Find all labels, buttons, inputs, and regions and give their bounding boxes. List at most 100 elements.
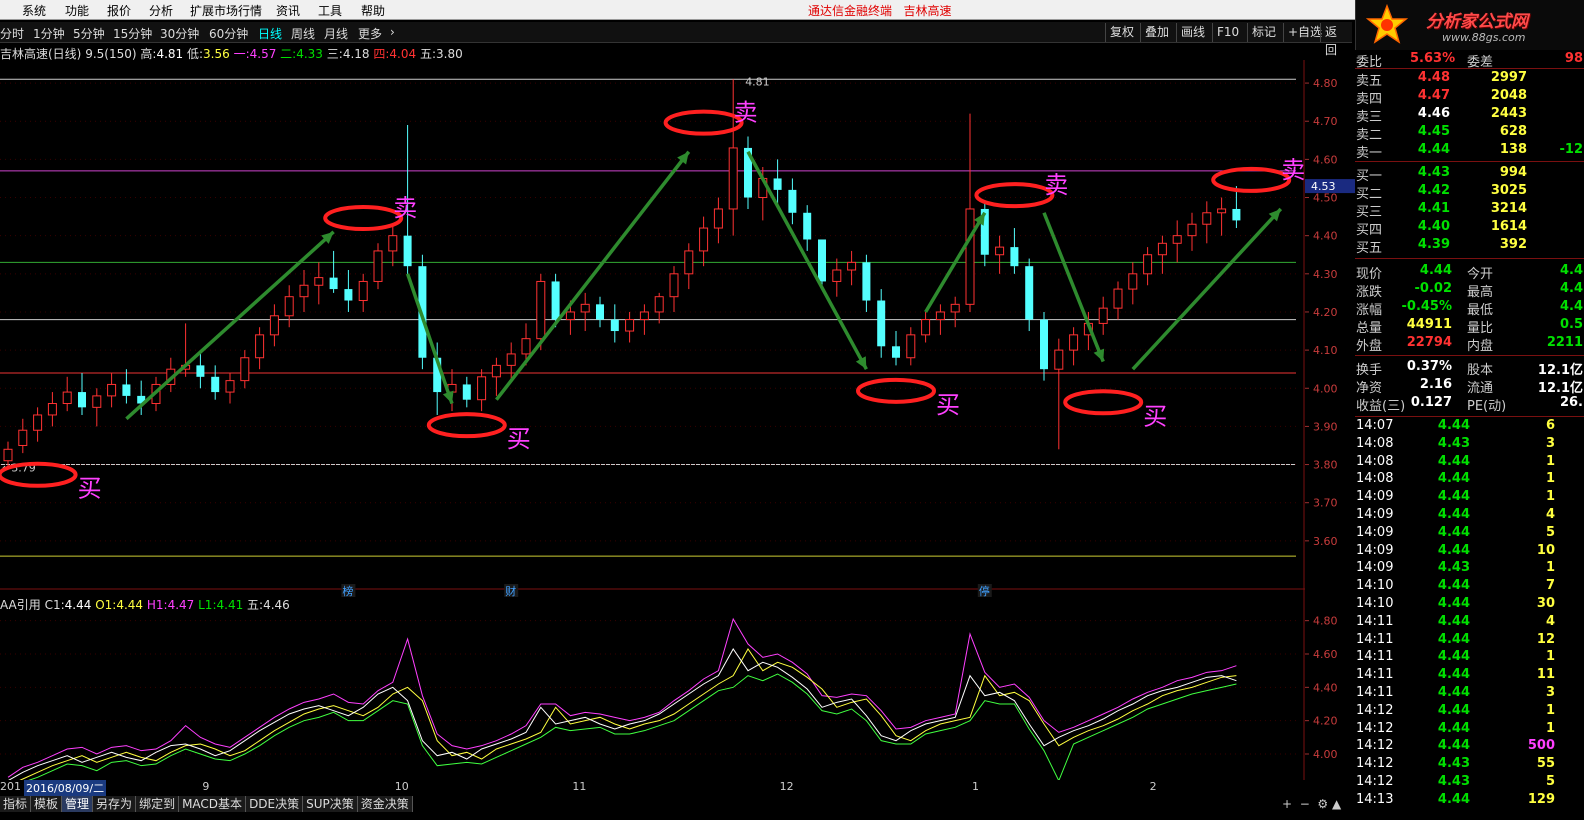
axis-tick-label: 4.80 <box>1313 77 1338 90</box>
adjust-button[interactable]: 复权 <box>1105 23 1138 42</box>
tick-volume: 1 <box>1545 649 1555 665</box>
tab-manage[interactable]: 管理 <box>62 796 94 812</box>
indicator-name[interactable]: AA引用 <box>0 598 41 612</box>
tick-price: 4.44 <box>1437 542 1470 558</box>
fundamental-label-2: 流通 <box>1467 381 1494 396</box>
period-1min[interactable]: 1分钟 <box>33 25 65 42</box>
f10-button[interactable]: F10 <box>1212 23 1243 42</box>
sell-signal-label: 卖 <box>734 99 758 127</box>
period-more-chevron-icon[interactable]: › <box>390 25 395 39</box>
back-button[interactable]: 返回 <box>1320 23 1352 57</box>
zoom-out-icon[interactable]: − <box>1300 797 1310 811</box>
tab-fund[interactable]: 资金决策 <box>357 796 413 812</box>
tick-time: 14:09 <box>1356 507 1394 522</box>
watermark-logo: 分析家公式网 www.88gs.com <box>1355 0 1584 50</box>
period-5min[interactable]: 5分钟 <box>73 25 105 42</box>
overlay-button[interactable]: 叠加 <box>1140 23 1173 42</box>
tick-price: 4.44 <box>1437 720 1470 736</box>
stat-label-2: 最低 <box>1467 303 1494 318</box>
fundamental-label: 净资 <box>1356 381 1383 396</box>
tab-template[interactable]: 模板 <box>31 796 63 812</box>
menu-item-quote[interactable]: 报价 <box>107 2 131 19</box>
candle-body-up <box>18 429 28 446</box>
tab-macd[interactable]: MACD基本 <box>179 796 247 812</box>
menu-item-function[interactable]: 功能 <box>65 2 89 19</box>
line5-label: 五: <box>419 47 436 61</box>
tick-volume: 5 <box>1545 774 1555 789</box>
candle-body-up <box>713 208 723 229</box>
period-timeshare[interactable]: 分时 <box>0 25 24 42</box>
axis-tick-label: 4.60 <box>1313 648 1338 661</box>
buy-signal-label: 买 <box>1143 402 1167 430</box>
fundamental-value-2: 12.1亿 <box>1537 381 1583 396</box>
menu-item-extended-market[interactable]: 扩展市场行情 <box>190 2 262 19</box>
menu-item-help[interactable]: 帮助 <box>361 2 385 19</box>
period-60min[interactable]: 60分钟 <box>209 25 248 42</box>
bid-volume: 3025 <box>1490 183 1527 198</box>
tick-row: 14:11 4.44 12 <box>1355 632 1584 650</box>
tab-dde[interactable]: DDE决策 <box>246 796 304 812</box>
period-more[interactable]: 更多 <box>358 25 382 42</box>
period-15min[interactable]: 15分钟 <box>113 25 152 42</box>
candle-body-up <box>536 280 546 340</box>
mark-button[interactable]: 标记 <box>1247 23 1280 42</box>
candle-body-up <box>728 147 738 210</box>
ask-change: -12 <box>1559 142 1584 157</box>
indicator-high-line <box>7 617 1237 778</box>
axis-tick-label: 4.20 <box>1313 715 1338 728</box>
fundamental-value: 0.127 <box>1410 395 1452 410</box>
tab-sup[interactable]: SUP决策 <box>303 796 358 812</box>
candle-body-up <box>388 235 398 252</box>
kline-chart[interactable]: 4.81←3.79买卖买卖买卖买卖榜财停 <box>0 44 1305 780</box>
up-icon[interactable]: ▲ <box>1332 797 1341 811</box>
zoom-in-icon[interactable]: + <box>1282 797 1292 811</box>
settings-icon[interactable]: ⚙ <box>1317 797 1328 811</box>
draw-line-button[interactable]: 画线 <box>1176 23 1209 42</box>
stat-label-2: 内盘 <box>1467 339 1494 354</box>
stat-label-2: 量比 <box>1467 321 1494 336</box>
stat-label-2: 最高 <box>1467 285 1494 300</box>
tick-volume: 3 <box>1545 685 1555 700</box>
logo-text: 分析家公式网 <box>1426 12 1528 32</box>
period-30min[interactable]: 30分钟 <box>160 25 199 42</box>
candle-body-up <box>47 403 57 416</box>
candle-body-down <box>462 384 471 400</box>
bid-price: 4.42 <box>1417 183 1450 198</box>
menu-item-analysis[interactable]: 分析 <box>149 2 173 19</box>
tick-row: 14:11 4.44 4 <box>1355 614 1584 632</box>
period-weekly[interactable]: 周线 <box>291 25 315 42</box>
menu-item-system[interactable]: 系统 <box>22 2 46 19</box>
candle-body-up <box>1143 254 1153 275</box>
tab-indicator[interactable]: 指标 <box>0 796 32 812</box>
star-logo-icon <box>1366 4 1408 44</box>
high-label: 高: <box>140 47 157 61</box>
tab-save-as[interactable]: 另存为 <box>93 796 137 812</box>
bid-price: 4.40 <box>1417 219 1450 234</box>
candle-body-up <box>1069 334 1079 351</box>
date-prefix: 201 <box>0 780 21 793</box>
period-monthly[interactable]: 月线 <box>324 25 348 42</box>
tick-price: 4.44 <box>1437 791 1470 807</box>
tick-time: 14:11 <box>1356 667 1394 683</box>
candle-body-up <box>1217 208 1227 214</box>
stat-value: -0.45% <box>1401 299 1453 314</box>
menu-item-news[interactable]: 资讯 <box>276 2 300 19</box>
tab-bind-to[interactable]: 绑定到 <box>136 796 180 812</box>
tick-row: 14:10 4.44 7 <box>1355 578 1584 596</box>
candle-body-up <box>1113 288 1123 309</box>
period-daily[interactable]: 日线 <box>258 25 282 42</box>
candle-body-up <box>639 311 649 321</box>
candle-body-down <box>803 212 812 240</box>
l1-value: 4.41 <box>216 598 244 612</box>
bid-row: 买一 4.43 994 <box>1355 165 1584 184</box>
line2-label: 二: <box>280 47 297 61</box>
bid-price: 4.41 <box>1417 201 1450 216</box>
stat-value: 4.44 <box>1419 263 1452 278</box>
tick-volume: 11 <box>1536 667 1555 683</box>
candle-body-up <box>1202 212 1212 225</box>
tick-row: 14:12 4.43 5 <box>1355 774 1584 792</box>
bid-volume: 994 <box>1499 165 1527 180</box>
panel-divider <box>1355 68 1584 69</box>
menu-item-tools[interactable]: 工具 <box>318 2 342 19</box>
candle-body-up <box>654 296 664 313</box>
